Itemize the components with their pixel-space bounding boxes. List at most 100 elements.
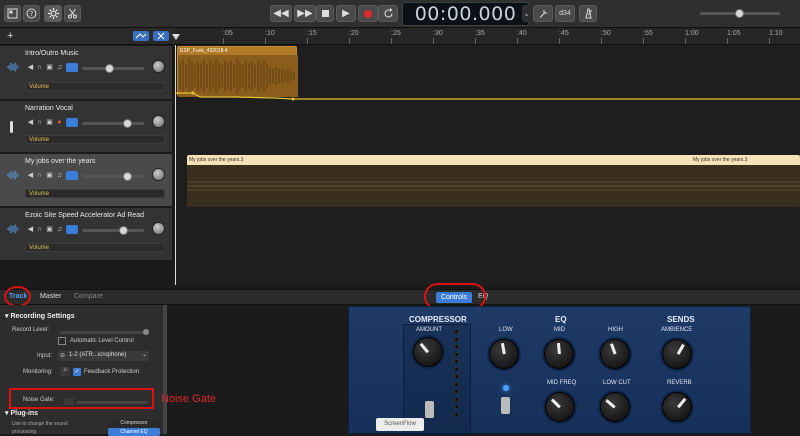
track-header[interactable]: Intro/Outro Music ◀ ∩ ▣ ♫ Volume [0, 46, 172, 100]
headphones-icon[interactable]: ∩ [36, 226, 43, 233]
track-pan-knob[interactable] [152, 60, 165, 73]
mid-knob[interactable] [544, 339, 574, 369]
help-icon: ? [26, 8, 37, 19]
mute-icon[interactable]: ◀ [27, 172, 34, 179]
input-monitor-icon[interactable]: ♫ [56, 172, 63, 179]
automation-lane-label[interactable]: Volume [25, 243, 165, 252]
tab-master[interactable]: Master [40, 293, 61, 300]
record-enable-icon[interactable]: ● [56, 119, 63, 126]
ruler-tick-line [223, 38, 224, 44]
automation-lane-label[interactable]: Volume [25, 189, 165, 198]
track-pan-knob[interactable] [152, 115, 165, 128]
scissors-icon [68, 8, 77, 19]
lock-icon[interactable]: ▣ [46, 119, 53, 126]
mute-icon[interactable]: ◀ [27, 64, 34, 71]
rewind-button[interactable]: ◀◀ [270, 5, 292, 22]
track-name: Intro/Outro Music [25, 50, 79, 57]
input-monitor-icon[interactable]: ♫ [56, 226, 63, 233]
input-select[interactable]: ⊖ 1-2 (ATR...icrophone) ⌄ [57, 351, 149, 361]
headphones-icon[interactable]: ∩ [36, 172, 43, 179]
plugin-slot-compressor[interactable]: Compressor [108, 419, 160, 427]
track-header[interactable]: Narration Vocal ◀ ∩ ▣ ● Volume [0, 101, 172, 153]
low-knob[interactable] [489, 339, 519, 369]
automation-lane-label[interactable]: Volume [25, 82, 165, 91]
lock-icon[interactable]: ▣ [46, 64, 53, 71]
recording-settings-header[interactable]: ▾ Recording Settings [5, 312, 75, 320]
headphones-icon[interactable]: ∩ [36, 119, 43, 126]
automation-button[interactable] [66, 63, 78, 72]
ruler-tick-label: :45 [559, 30, 569, 37]
ruler-tick-line [685, 38, 686, 44]
playhead[interactable] [175, 45, 176, 285]
automation-button[interactable] [66, 118, 78, 127]
fast-forward-button[interactable]: ▶▶ [294, 5, 316, 22]
track-pan-knob[interactable] [152, 168, 165, 181]
time-readout: 00:00.000 [414, 3, 517, 25]
track-volume-thumb[interactable] [123, 119, 132, 128]
record-level-slider[interactable] [60, 331, 145, 334]
feedback-checkbox[interactable]: ✓ [73, 368, 81, 376]
ruler-tick-label: :55 [643, 30, 653, 37]
track-header[interactable]: My jobs over the years ◀ ∩ ▣ ♫ Volume [0, 154, 172, 207]
ruler-tick-label: 1:10 [769, 30, 783, 37]
plugin-slot-channel-eq[interactable]: Channel EQ [108, 428, 160, 436]
cycle-button[interactable] [378, 5, 398, 22]
low-cut-knob[interactable] [600, 392, 630, 422]
monitoring-button[interactable]: ♫ [60, 367, 70, 376]
add-track-icon[interactable]: + [7, 30, 13, 42]
catch-button[interactable] [153, 31, 169, 41]
record-button[interactable] [358, 5, 378, 22]
master-volume-thumb[interactable] [735, 9, 744, 18]
ruler-tick-label: :20 [349, 30, 359, 37]
ruler-tick-line [475, 38, 476, 44]
track-volume-slider[interactable] [82, 229, 144, 232]
stop-button[interactable] [316, 5, 334, 22]
compressor-toggle-switch[interactable] [425, 401, 434, 418]
high-knob[interactable] [600, 339, 630, 369]
editors-button[interactable] [64, 5, 81, 22]
mute-icon[interactable]: ◀ [27, 226, 34, 233]
lcd-menu-chevron[interactable]: ⌄ [522, 5, 531, 22]
play-button[interactable]: ▶ [336, 5, 356, 22]
automation-toggle-button[interactable] [133, 31, 149, 41]
smart-controls-button[interactable] [44, 5, 62, 22]
eq-toggle-switch[interactable] [501, 397, 510, 414]
count-in-button[interactable]: d34 [555, 5, 575, 22]
ambience-knob[interactable] [662, 339, 692, 369]
plugins-header[interactable]: ▾ Plug-ins [5, 409, 38, 417]
music-region-title: ESP_Funk_432018.4 [178, 47, 296, 55]
track-volume-thumb[interactable] [105, 64, 114, 73]
lcd-display[interactable]: 00:00.000 [402, 2, 529, 26]
inspector-scrollbar[interactable] [163, 305, 167, 434]
automation-lane-label[interactable]: Volume [25, 135, 165, 144]
auto-level-checkbox[interactable] [58, 337, 66, 345]
track-volume-slider[interactable] [82, 175, 144, 178]
track-volume-slider[interactable] [82, 122, 144, 125]
library-button[interactable] [4, 5, 21, 22]
tuner-button[interactable] [533, 5, 553, 22]
mute-icon[interactable]: ◀ [27, 119, 34, 126]
headphones-icon[interactable]: ∩ [36, 64, 43, 71]
tab-compare[interactable]: Compare [74, 293, 103, 300]
track-pan-knob[interactable] [152, 222, 165, 235]
input-monitor-icon[interactable]: ♫ [56, 64, 63, 71]
mid-freq-knob[interactable] [545, 392, 575, 422]
amount-knob[interactable] [413, 337, 443, 367]
playhead-marker[interactable] [172, 34, 180, 40]
track-volume-thumb[interactable] [123, 172, 132, 181]
help-button[interactable]: ? [23, 5, 40, 22]
control-bar: ? ◀◀ ▶▶ ▶ 00:00.000 ⌄ d34 [0, 0, 800, 28]
timeline-ruler[interactable]: :05:10:15:20:25:30:35:40:45:50:55 1:00 1:0… [172, 28, 800, 45]
recording-settings-label: Recording Settings [10, 313, 75, 320]
track-volume-thumb[interactable] [119, 226, 128, 235]
reverb-knob[interactable] [662, 392, 692, 422]
automation-button[interactable] [66, 225, 78, 234]
track-header[interactable]: Ezoic Site Speed Accelerator Ad Read ◀ ∩ ▣ ♫… [0, 208, 172, 261]
automation-button[interactable] [66, 171, 78, 180]
tracks-area[interactable]: ESP_Funk_432018.4 My jobs over the years… [175, 45, 800, 285]
lock-icon[interactable]: ▣ [46, 226, 53, 233]
record-level-thumb[interactable] [143, 329, 149, 335]
auto-level-label: Automatic Level Control [70, 338, 134, 344]
lock-icon[interactable]: ▣ [46, 172, 53, 179]
metronome-button[interactable] [579, 5, 597, 22]
